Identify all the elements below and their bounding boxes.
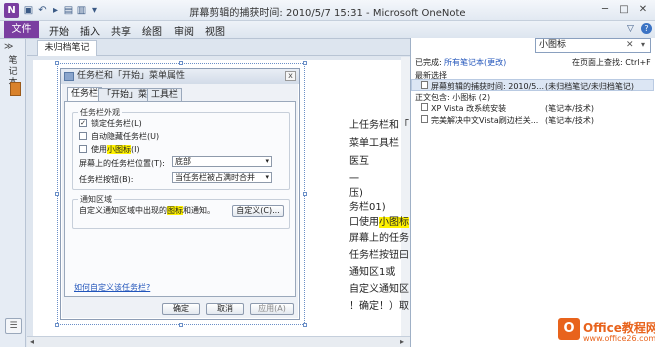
dialog-title: 任务栏和「开始」菜单属性 bbox=[61, 69, 299, 84]
location-select[interactable]: 底部 ▾ bbox=[172, 156, 272, 167]
office-logo-icon: O bbox=[558, 318, 580, 340]
page-line[interactable]: 压) bbox=[349, 184, 363, 199]
result-title[interactable]: 屏幕剪辑的捕获时间: 2010/5... bbox=[431, 81, 544, 92]
autohide-label: 自动隐藏任务栏(U) bbox=[91, 132, 160, 141]
window-title: 屏幕剪辑的捕获时间: 2010/5/7 15:31 - Microsoft On… bbox=[189, 8, 466, 19]
page-line[interactable]: 务栏01) bbox=[349, 198, 386, 213]
minimize-button[interactable]: ─ bbox=[596, 3, 614, 17]
buttons-label: 任务栏按钮(B): bbox=[79, 175, 134, 184]
cancel-button[interactable]: 取消 bbox=[206, 303, 244, 315]
page-line[interactable]: 屏幕上的任务 bbox=[349, 229, 409, 244]
page-icon bbox=[421, 103, 428, 111]
lock-taskbar-checkbox[interactable]: ✓ bbox=[79, 119, 87, 127]
scroll-left-icon[interactable]: ◂ bbox=[30, 337, 34, 346]
small-icons-checkbox[interactable] bbox=[79, 145, 87, 153]
notify-group-title: 通知区域 bbox=[78, 194, 114, 205]
resize-handle[interactable] bbox=[303, 192, 307, 196]
page-icon bbox=[421, 81, 428, 89]
search-input[interactable]: 小图标 bbox=[535, 38, 651, 53]
apply-button[interactable]: 应用(A) bbox=[250, 303, 294, 315]
page-line[interactable]: ！确定！）取 bbox=[349, 297, 409, 312]
resize-handle[interactable] bbox=[303, 323, 307, 327]
ok-button[interactable]: 确定 bbox=[162, 303, 200, 315]
horizontal-scrollbar[interactable] bbox=[27, 336, 410, 347]
body-contains-label: 正文包含: 小图标 (2) bbox=[415, 93, 491, 102]
resize-handle[interactable] bbox=[179, 61, 183, 65]
page-line[interactable]: 医互 bbox=[349, 152, 369, 167]
notebook-icon[interactable] bbox=[10, 82, 21, 96]
resize-handle[interactable] bbox=[179, 323, 183, 327]
result-location: (未归档笔记/未归档笔记) bbox=[545, 82, 634, 91]
taskbar-icon bbox=[64, 72, 74, 81]
section-tab-unfiled[interactable]: 未归档笔记 bbox=[37, 40, 97, 56]
find-on-page-hint[interactable]: 在页面上查找: Ctrl+F bbox=[572, 57, 651, 68]
watermark-url: www.office26.com bbox=[583, 334, 655, 343]
tab-review[interactable]: 审阅 bbox=[174, 23, 194, 38]
small-icons-label: 使用小图标(I) bbox=[91, 145, 140, 154]
tab-insert[interactable]: 插入 bbox=[80, 23, 100, 38]
search-status-label: 已完成: bbox=[415, 58, 442, 67]
tab-draw[interactable]: 绘图 bbox=[142, 23, 162, 38]
page-line[interactable]: 菜单工具栏 bbox=[349, 134, 399, 149]
tab-file[interactable]: 文件 bbox=[4, 21, 39, 38]
resize-handle[interactable] bbox=[55, 323, 59, 327]
tab-view[interactable]: 视图 bbox=[205, 23, 225, 38]
page-icon bbox=[421, 115, 428, 123]
page-line[interactable]: 一 bbox=[349, 170, 359, 185]
close-button[interactable]: ✕ bbox=[634, 3, 652, 17]
page-line[interactable]: 任务栏按钮曰 bbox=[349, 246, 409, 261]
notify-text: 自定义通知区域中出现的图标和通知。 bbox=[79, 206, 215, 215]
result-title[interactable]: XP Vista 改系统安装 bbox=[431, 103, 506, 114]
customize-button[interactable]: 自定义(C)... bbox=[232, 205, 284, 217]
scroll-right-icon[interactable]: ▸ bbox=[400, 337, 404, 346]
result-title[interactable]: 完美解决中文Vista刷边栏关... bbox=[431, 115, 538, 126]
search-scope-dropdown-icon[interactable]: ▾ bbox=[641, 40, 645, 49]
page-line-highlight[interactable]: 口使用小图标 bbox=[349, 213, 409, 228]
buttons-select[interactable]: 当任务栏被占满时合并 ▾ bbox=[172, 172, 272, 183]
tab-share[interactable]: 共享 bbox=[111, 23, 131, 38]
resize-handle[interactable] bbox=[55, 192, 59, 196]
resize-handle[interactable] bbox=[303, 61, 307, 65]
dialog-close-button[interactable]: x bbox=[285, 71, 296, 81]
tab-taskbar[interactable]: 任务栏 bbox=[67, 87, 103, 101]
page-line[interactable]: 自定义通知区 bbox=[349, 280, 409, 295]
help-icon[interactable]: ? bbox=[641, 23, 652, 34]
page-line[interactable]: 通知区1或 bbox=[349, 263, 395, 278]
maximize-button[interactable]: □ bbox=[615, 3, 633, 17]
clear-search-icon[interactable]: ✕ bbox=[626, 40, 634, 50]
ribbon-toggle-icon[interactable]: ▽ bbox=[627, 24, 634, 34]
result-location: (笔记本/技术) bbox=[545, 116, 594, 125]
tab-home[interactable]: 开始 bbox=[49, 23, 69, 38]
tab-toolbars[interactable]: 工具栏 bbox=[147, 88, 183, 101]
all-notebooks-icon[interactable]: ☰ bbox=[5, 318, 22, 334]
help-link[interactable]: 如何自定义该任务栏? bbox=[74, 282, 150, 293]
search-scope-link[interactable]: 所有笔记本(更改) bbox=[444, 57, 506, 68]
lock-taskbar-label: 锁定任务栏(L) bbox=[91, 119, 142, 128]
result-location: (笔记本/技术) bbox=[545, 104, 594, 113]
appearance-group-title: 任务栏外观 bbox=[78, 107, 122, 118]
location-label: 屏幕上的任务栏位置(T): bbox=[79, 159, 165, 168]
collapse-icon[interactable]: ≫ bbox=[4, 42, 13, 52]
autohide-checkbox[interactable] bbox=[79, 132, 87, 140]
resize-handle[interactable] bbox=[55, 61, 59, 65]
page-line[interactable]: 上任务栏和「 bbox=[349, 116, 409, 131]
